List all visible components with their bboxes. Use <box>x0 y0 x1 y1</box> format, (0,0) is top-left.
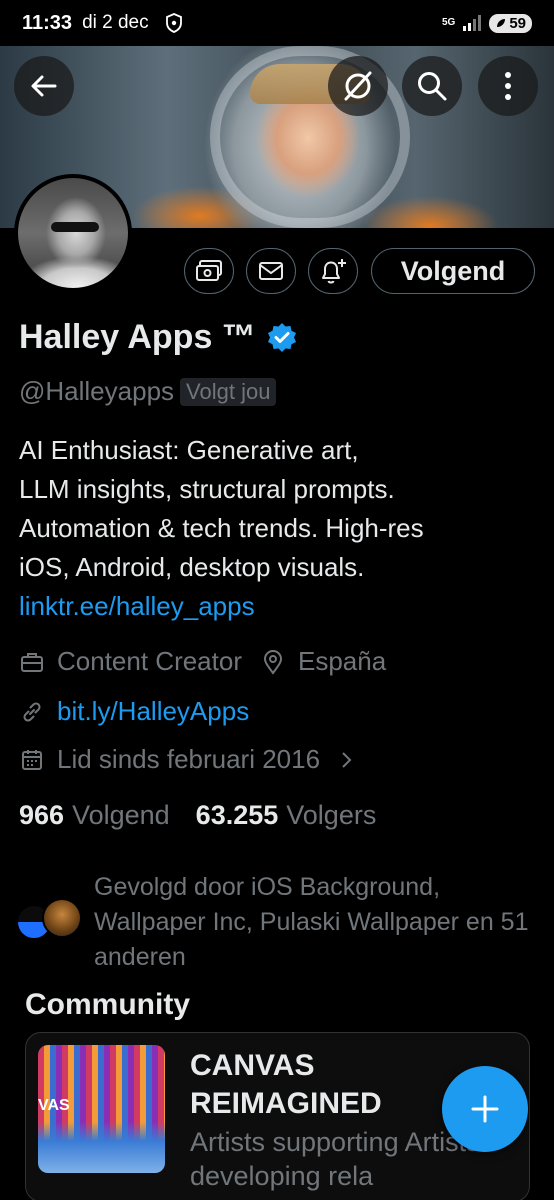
following-label: Volgend <box>72 800 170 830</box>
mutual-followers-avatars[interactable] <box>16 898 82 942</box>
notifications-button[interactable] <box>308 248 358 294</box>
verified-badge-icon[interactable] <box>266 322 298 354</box>
status-time: 11:33 <box>22 11 73 34</box>
profile-category: Content Creator <box>57 646 242 676</box>
bio-link[interactable]: linktr.ee/halley_apps <box>19 587 539 626</box>
bell-plus-icon <box>322 259 346 284</box>
following-stat[interactable]: 966 Volgend <box>19 800 170 831</box>
bio-line: LLM insights, structural prompts. <box>19 474 395 504</box>
joined-row[interactable]: Lid sinds februari 2016 <box>19 744 354 775</box>
battery-saver-icon <box>497 19 506 27</box>
search-button[interactable] <box>402 56 462 116</box>
money-icon <box>196 260 222 281</box>
follows-you-badge: Volgt jou <box>180 377 277 406</box>
profile-bio: AI Enthusiast: Generative art, LLM insig… <box>19 431 539 626</box>
followers-count: 63.255 <box>195 800 279 830</box>
status-bar: 11:33 di 2 dec 5G 59 <box>0 0 554 46</box>
website-link[interactable]: bit.ly/HalleyApps <box>57 696 249 727</box>
status-date: di 2 dec <box>82 12 149 33</box>
handle-row: @Halleyapps Volgt jou <box>19 376 277 407</box>
calendar-icon <box>19 747 45 773</box>
arrow-left-icon <box>31 75 57 97</box>
profile-location: España <box>297 646 387 676</box>
bio-line: AI Enthusiast: Generative art, <box>19 435 359 465</box>
status-indicators: 5G 59 <box>441 13 532 33</box>
compose-button[interactable] <box>442 1066 528 1152</box>
followers-stat[interactable]: 63.255 Volgers <box>196 800 377 831</box>
website-row[interactable]: bit.ly/HalleyApps <box>19 696 249 727</box>
bio-line: iOS, Android, desktop visuals. <box>19 552 365 582</box>
avatar[interactable] <box>14 174 132 292</box>
network-type: 5G <box>441 17 456 28</box>
username-handle: @Halleyapps <box>19 376 175 406</box>
joined-date: Lid sinds februari 2016 <box>57 744 321 774</box>
bio-line: Automation & tech trends. High-res <box>19 513 424 543</box>
community-name: CANVAS REIMAGINED <box>190 1049 382 1120</box>
community-thumbnail-text: VAS <box>38 1097 70 1114</box>
battery-indicator: 59 <box>489 13 532 33</box>
followers-label: Volgers <box>286 800 377 830</box>
link-icon <box>19 699 45 725</box>
community-thumbnail: VAS <box>38 1045 165 1173</box>
follow-stats: 966 Volgend 63.255 Volgers <box>19 800 376 831</box>
display-name: Halley Apps ™ <box>19 318 256 356</box>
mail-icon <box>259 262 283 280</box>
subscribe-button[interactable] <box>184 248 234 294</box>
following-count: 966 <box>19 800 65 830</box>
plus-icon <box>471 1095 499 1123</box>
back-button[interactable] <box>14 56 74 116</box>
followed-by-text[interactable]: Gevolgd door iOS Background, Wallpaper I… <box>94 870 539 975</box>
briefcase-icon <box>19 649 45 675</box>
battery-level: 59 <box>509 14 526 32</box>
chevron-right-icon <box>342 751 352 768</box>
location-pin-icon <box>260 649 286 675</box>
slash-circle-icon <box>344 71 372 101</box>
signal-icon <box>463 15 482 31</box>
search-icon <box>418 72 447 101</box>
message-button[interactable] <box>246 248 296 294</box>
avatar <box>42 898 82 938</box>
more-button[interactable] <box>478 56 538 116</box>
community-section-title: Community <box>25 988 190 1021</box>
profile-meta-row: Content Creator España <box>19 646 386 677</box>
shield-icon <box>165 13 182 33</box>
grok-button[interactable] <box>328 56 388 116</box>
more-vertical-icon <box>505 72 511 100</box>
following-button[interactable]: Volgend <box>371 248 535 294</box>
profile-name-row: Halley Apps ™ <box>19 318 298 357</box>
